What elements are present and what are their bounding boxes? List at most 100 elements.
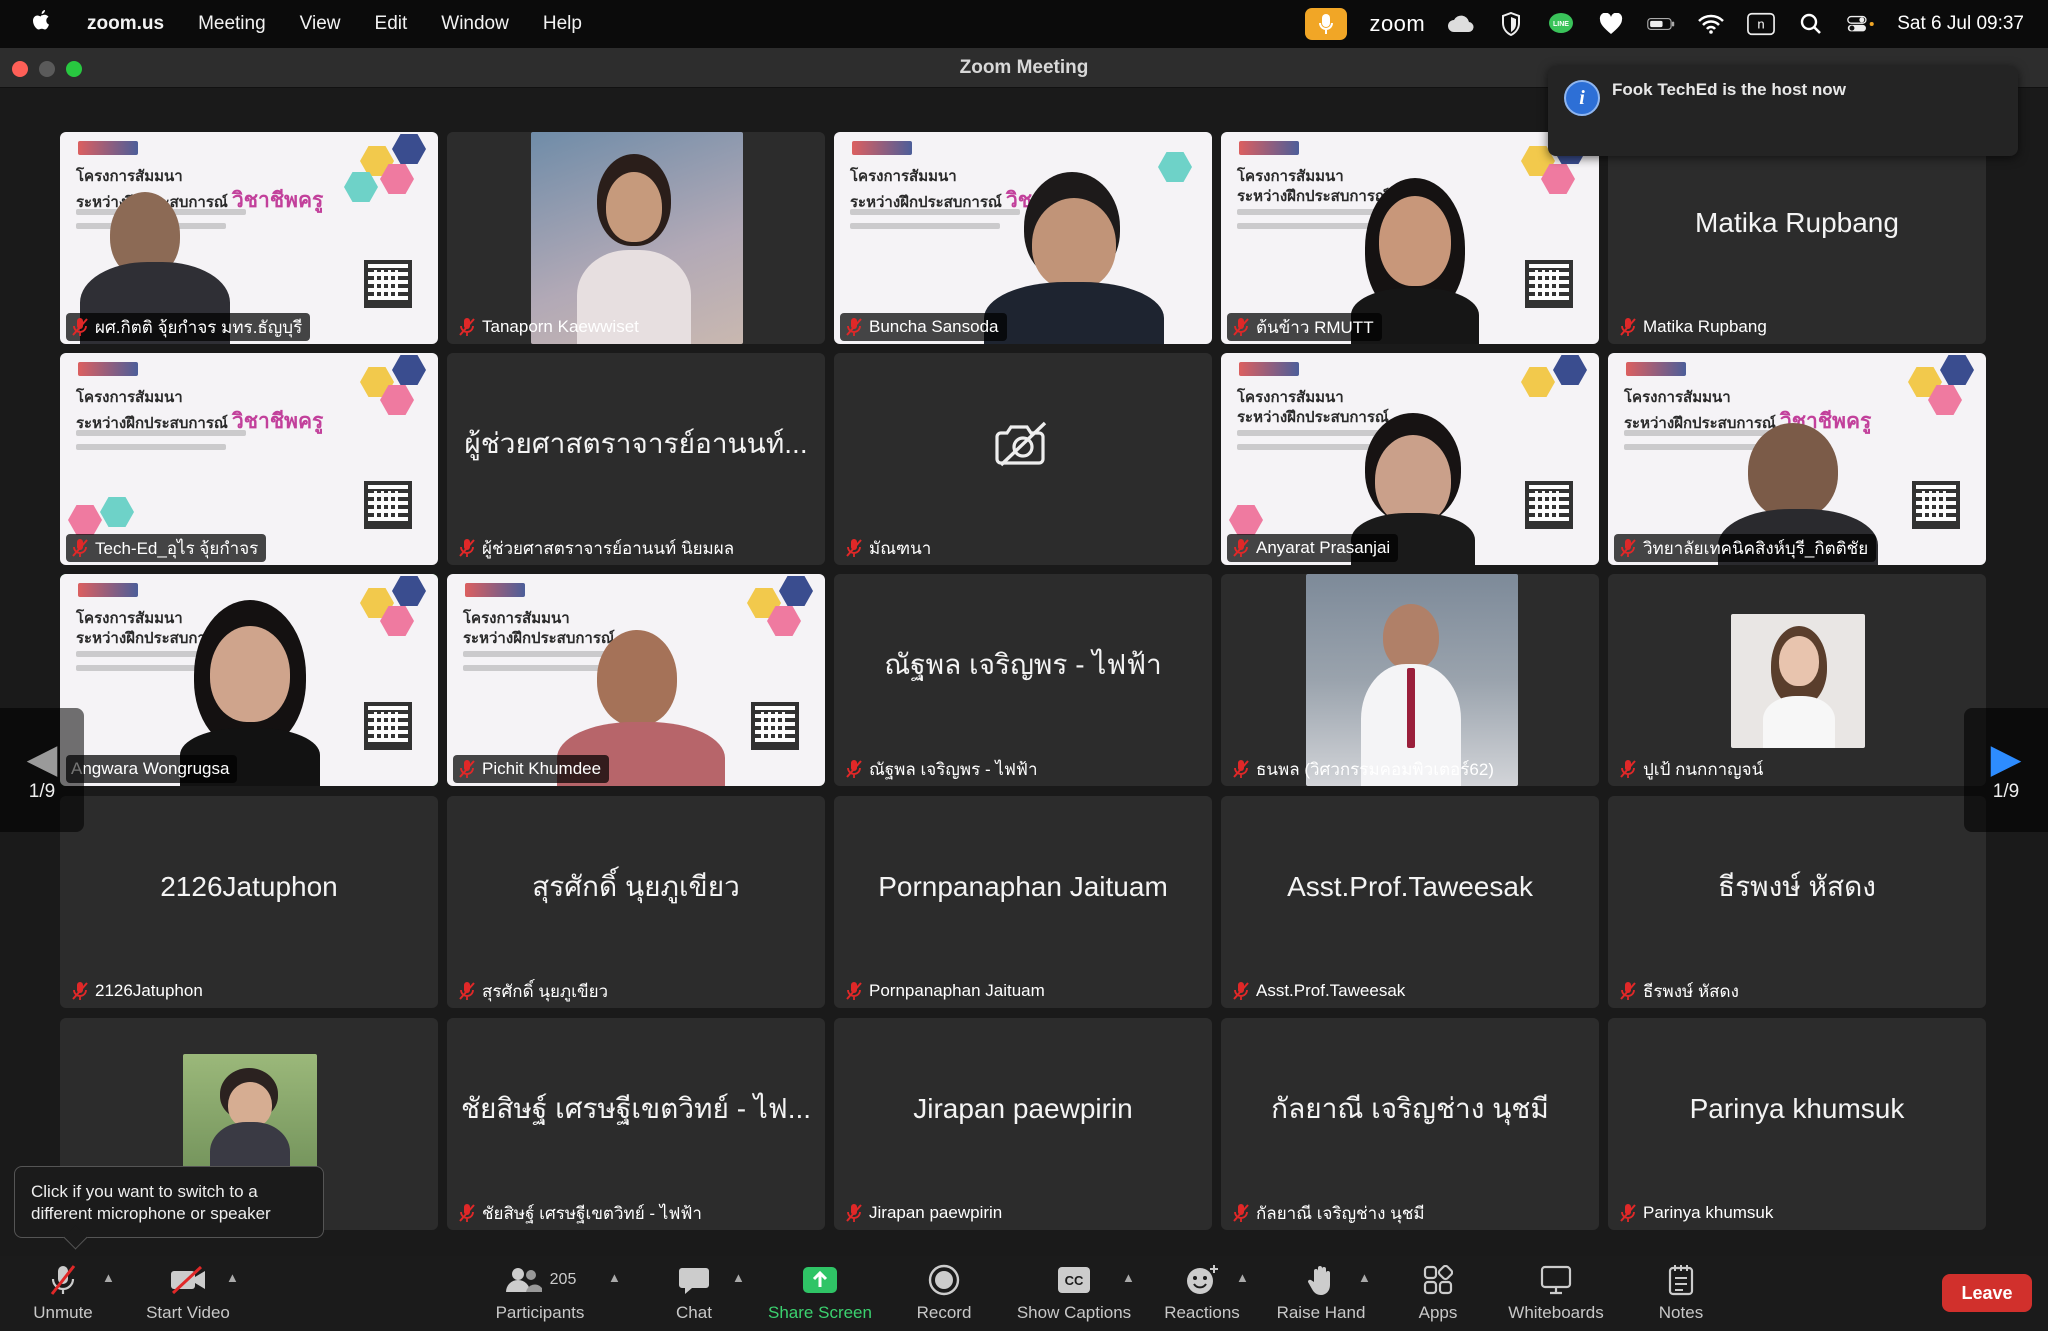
- notes-button[interactable]: Notes: [1656, 1256, 1706, 1331]
- muted-microphone-icon: [846, 539, 862, 557]
- previous-page-button[interactable]: ◀ 1/9: [0, 708, 84, 832]
- wifi-icon[interactable]: [1697, 12, 1725, 36]
- gallery-view: โครงการสัมมนา ระหว่างฝึกประสบการณ์ วิชาช…: [0, 88, 2048, 1256]
- leave-button[interactable]: Leave: [1942, 1274, 2032, 1312]
- participant-name-label: ธีรพงษ์ หัสดง: [1614, 977, 1747, 1005]
- participant-name-label: ต้นข้าว RMUTT: [1227, 313, 1382, 341]
- window-title: Zoom Meeting: [959, 56, 1089, 78]
- participant-tile[interactable]: Tanaporn Kaewwiset: [447, 132, 825, 344]
- apple-icon[interactable]: [26, 9, 56, 39]
- raise-hand-options-caret[interactable]: ▲: [1358, 1270, 1371, 1285]
- participant-tile[interactable]: โครงการสัมมนา ระหว่างฝึกประสบการณ์ วิชาช…: [60, 132, 438, 344]
- apps-icon: [1423, 1263, 1453, 1297]
- participant-tile[interactable]: Jirapan paewpirin Jirapan paewpirin: [834, 1018, 1212, 1230]
- participant-tile[interactable]: ธีรพงษ์ หัสดง ธีรพงษ์ หัสดง: [1608, 796, 1986, 1008]
- participant-name-label: Parinya khumsuk: [1614, 1199, 1781, 1227]
- raise-hand-button[interactable]: Raise Hand: [1274, 1256, 1368, 1331]
- participant-tile[interactable]: ชัยสิษฐ์ เศรษฐีเขตวิทย์ - ไฟ... ชัยสิษฐ์…: [447, 1018, 825, 1230]
- record-button[interactable]: Record: [914, 1256, 974, 1331]
- zoom-status-label[interactable]: zoom: [1369, 11, 1425, 37]
- participant-display-name: 2126Jatuphon: [160, 871, 338, 902]
- apps-button[interactable]: Apps: [1416, 1256, 1460, 1331]
- menu-help[interactable]: Help: [543, 13, 582, 35]
- participant-tile[interactable]: ธนพล (วิศวกรรมคอมพิวเตอร์62): [1221, 574, 1599, 786]
- input-source-icon[interactable]: n: [1747, 12, 1776, 36]
- participant-tile[interactable]: โครงการสัมมนา ระหว่างฝึกประสบการณ์ ต้นข้…: [1221, 132, 1599, 344]
- muted-microphone-icon: [72, 539, 88, 557]
- heart-icon[interactable]: [1597, 12, 1625, 36]
- participant-tile[interactable]: มัณฑนา: [834, 353, 1212, 565]
- menu-meeting[interactable]: Meeting: [198, 13, 266, 35]
- reactions-options-caret[interactable]: ▲: [1236, 1270, 1249, 1285]
- audio-options-caret[interactable]: ▲: [102, 1270, 115, 1285]
- control-center-icon[interactable]: [1847, 12, 1875, 36]
- participant-tile[interactable]: โครงการสัมมนา ระหว่างฝึกประสบการณ์ Anyar…: [1221, 353, 1599, 565]
- muted-microphone-icon: [1233, 982, 1249, 1000]
- host-notification: i Fook TechEd is the host now: [1548, 66, 2018, 156]
- menu-edit[interactable]: Edit: [375, 13, 408, 35]
- participant-display-name: ผู้ช่วยศาสตราจารย์อานนท์...: [464, 428, 808, 459]
- svg-text:n: n: [1758, 17, 1765, 32]
- participant-display-name: ณัฐพล เจริญพร - ไฟฟ้า: [884, 649, 1162, 680]
- zoom-window-button[interactable]: [66, 61, 82, 77]
- battery-icon[interactable]: [1647, 12, 1675, 36]
- chat-options-caret[interactable]: ▲: [732, 1270, 745, 1285]
- whiteboards-button[interactable]: Whiteboards: [1504, 1256, 1608, 1331]
- share-screen-button[interactable]: Share Screen: [766, 1256, 874, 1331]
- menu-bar-clock[interactable]: Sat 6 Jul 09:37: [1897, 13, 2024, 35]
- participant-tile[interactable]: ปูเป้ กนกกาญจน์: [1608, 574, 1986, 786]
- participant-display-name: ชัยสิษฐ์ เศรษฐีเขตวิทย์ - ไฟ...: [460, 1093, 812, 1124]
- microphone-muted-icon: [48, 1263, 78, 1297]
- minimize-window-button[interactable]: [39, 61, 55, 77]
- shield-icon[interactable]: [1497, 12, 1525, 36]
- participant-tile[interactable]: สุรศักดิ์ นุยภูเขียว สุรศักดิ์ นุยภูเขีย…: [447, 796, 825, 1008]
- participant-name-label: Asst.Prof.Taweesak: [1227, 977, 1413, 1005]
- chat-button[interactable]: Chat: [668, 1256, 720, 1331]
- video-options-caret[interactable]: ▲: [226, 1270, 239, 1285]
- page-indicator: 1/9: [28, 781, 56, 802]
- line-app-icon[interactable]: LINE: [1547, 12, 1575, 36]
- active-speaker-tile[interactable]: โครงการสัมมนา ระหว่างฝึกประสบการณ์ Angwa…: [60, 574, 438, 786]
- participant-tile[interactable]: Parinya khumsuk Parinya khumsuk: [1608, 1018, 1986, 1230]
- participant-tile[interactable]: Matika Rupbang Matika Rupbang: [1608, 132, 1986, 344]
- participant-tile[interactable]: Asst.Prof.Taweesak Asst.Prof.Taweesak: [1221, 796, 1599, 1008]
- muted-microphone-icon: [459, 318, 475, 336]
- muted-microphone-icon: [1620, 539, 1636, 557]
- search-icon[interactable]: [1797, 12, 1825, 36]
- participant-name-label: Tech-Ed_อุไร จุ้ยกำจร: [66, 534, 267, 562]
- show-captions-button[interactable]: CC Show Captions: [1014, 1256, 1134, 1331]
- muted-microphone-icon: [1233, 760, 1249, 778]
- cloud-icon[interactable]: [1447, 12, 1475, 36]
- next-page-button[interactable]: ▶ 1/9: [1964, 708, 2048, 832]
- menu-view[interactable]: View: [300, 13, 341, 35]
- participant-name-label: วิทยาลัยเทคนิคสิงห์บุรี_กิตติชัย: [1614, 534, 1877, 562]
- menu-app-name[interactable]: zoom.us: [87, 13, 164, 35]
- participant-name-label: ธนพล (วิศวกรรมคอมพิวเตอร์62): [1227, 755, 1502, 783]
- unmute-button[interactable]: Unmute: [28, 1256, 98, 1331]
- muted-microphone-icon: [1233, 318, 1249, 336]
- participant-tile[interactable]: กัลยาณี เจริญช่าง นุชมี กัลยาณี เจริญช่า…: [1221, 1018, 1599, 1230]
- participant-tile[interactable]: ณัฐพล เจริญพร - ไฟฟ้า ณัฐพล เจริญพร - ไฟ…: [834, 574, 1212, 786]
- participant-display-name: Asst.Prof.Taweesak: [1287, 871, 1533, 902]
- participant-tile[interactable]: 2126Jatuphon 2126Jatuphon: [60, 796, 438, 1008]
- participants-options-caret[interactable]: ▲: [608, 1270, 621, 1285]
- menu-window[interactable]: Window: [441, 13, 509, 35]
- microphone-in-use-icon[interactable]: [1305, 8, 1348, 40]
- captions-icon: CC: [1057, 1263, 1091, 1297]
- participant-tile[interactable]: โครงการสัมมนา ระหว่างฝึกประสบการณ์ วิชาช…: [1608, 353, 1986, 565]
- participant-tile[interactable]: ผู้ช่วยศาสตราจารย์อานนท์... ผู้ช่วยศาสตร…: [447, 353, 825, 565]
- participant-tile[interactable]: Pornpanaphan Jaituam Pornpanaphan Jaitua…: [834, 796, 1212, 1008]
- participants-count: 205: [549, 1271, 577, 1288]
- participants-button[interactable]: 205 Participants: [490, 1256, 590, 1331]
- participant-tile[interactable]: โครงการสัมมนา ระหว่างฝึกประสบการณ์ วิชาช…: [834, 132, 1212, 344]
- close-window-button[interactable]: [12, 61, 28, 77]
- start-video-button[interactable]: Start Video: [140, 1256, 236, 1331]
- participant-tile[interactable]: โครงการสัมมนา ระหว่างฝึกประสบการณ์ วิชาช…: [60, 353, 438, 565]
- captions-options-caret[interactable]: ▲: [1122, 1270, 1135, 1285]
- muted-microphone-icon: [1620, 318, 1636, 336]
- participant-tile[interactable]: โครงการสัมมนา ระหว่างฝึกประสบการณ์ Pichi…: [447, 574, 825, 786]
- notes-icon: [1668, 1263, 1694, 1297]
- reactions-button[interactable]: Reactions: [1160, 1256, 1244, 1331]
- participant-display-name: Pornpanaphan Jaituam: [878, 871, 1168, 902]
- participant-display-name: ธีรพงษ์ หัสดง: [1718, 871, 1876, 902]
